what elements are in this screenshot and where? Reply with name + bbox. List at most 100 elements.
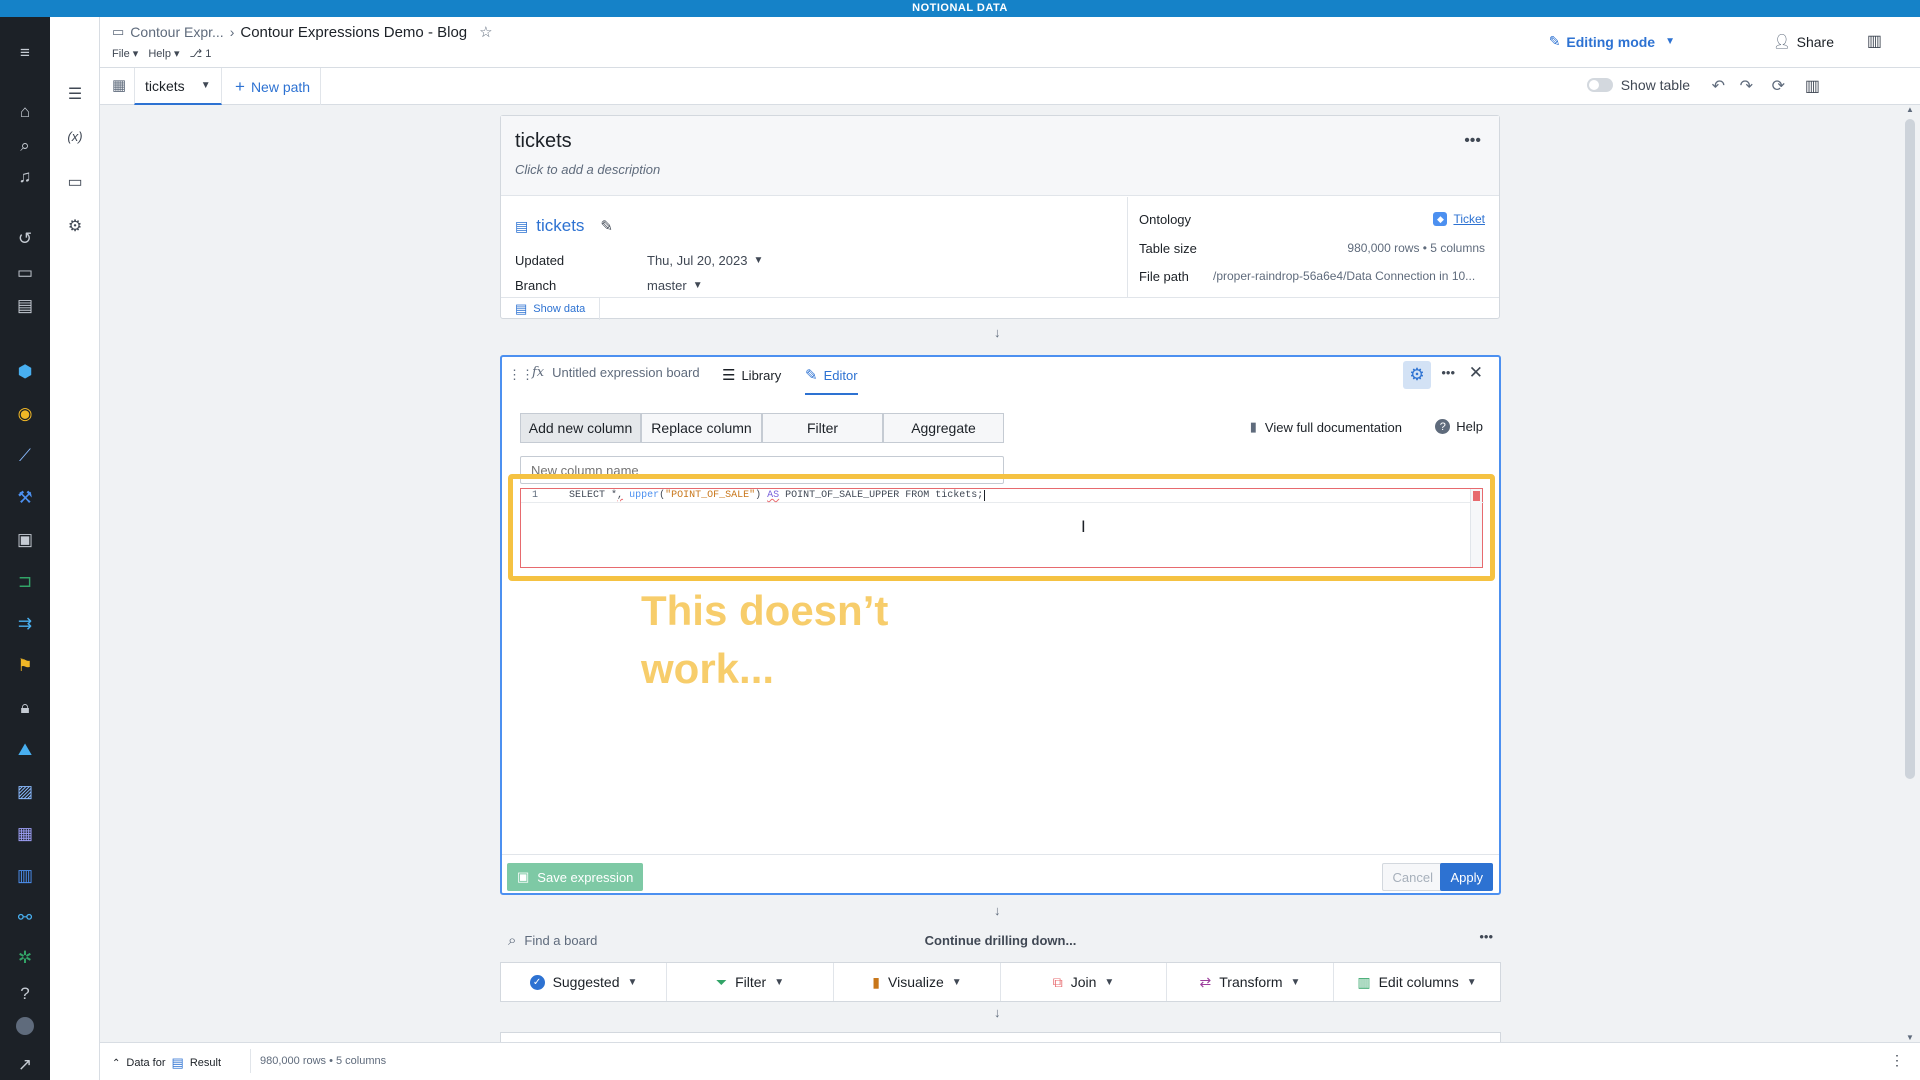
filter-mode-button[interactable]: Filter [762, 413, 883, 443]
board-title[interactable]: tickets [515, 130, 572, 153]
suggested-button[interactable]: ✓ Suggested ▼ [501, 963, 667, 1001]
list-icon[interactable]: ☰ [63, 82, 87, 106]
file-menu[interactable]: File ▾ [112, 47, 138, 60]
pencil-icon[interactable]: ✎ [600, 217, 613, 235]
edit-columns-button[interactable]: ▥ Edit columns ▼ [1334, 963, 1500, 1001]
code-line[interactable]: SELECT *, upper("POINT_OF_SALE") AS POIN… [569, 490, 986, 501]
scroll-down-icon[interactable]: ▼ [1906, 1033, 1914, 1042]
join-button[interactable]: ⧉ Join ▼ [1001, 963, 1167, 1001]
board-description[interactable]: Click to add a description [515, 162, 660, 177]
drag-handle-icon[interactable]: ⋮⋮ [508, 367, 534, 383]
network-app-icon[interactable]: ✲ [13, 946, 37, 970]
tab-library[interactable]: ☰ Library [722, 357, 781, 393]
branch-count[interactable]: ⎇ 1 [190, 47, 212, 60]
function-icon: fx [532, 365, 545, 380]
menu-expand-icon[interactable]: ≡ [13, 41, 37, 65]
help-menu[interactable]: Help ▾ [148, 47, 179, 60]
kebab-menu-icon[interactable]: ⋮ [1890, 1052, 1904, 1069]
chart-app-icon[interactable]: ⟋ [13, 444, 37, 468]
search-icon[interactable]: ⌕ [13, 134, 37, 158]
show-data-button[interactable]: ▤ Show data [501, 298, 601, 320]
transform-button[interactable]: ⇄ Transform ▼ [1167, 963, 1334, 1001]
code-app-icon[interactable]: ▣ [13, 528, 37, 552]
updated-dropdown[interactable]: Thu, Jul 20, 2023 ▼ [647, 253, 763, 268]
editor-scrollbar[interactable] [1470, 489, 1482, 567]
analytics-app-icon[interactable]: ▥ [13, 864, 37, 888]
aggregate-mode-button[interactable]: Aggregate [883, 413, 1004, 443]
page-title[interactable]: Contour Expressions Demo - Blog [240, 24, 467, 41]
file-path-value[interactable]: /proper-raindrop-56a6e4/Data Connection … [1213, 269, 1489, 283]
data-panel-toggle[interactable]: ⌃ Data for ▤ Result [112, 1055, 221, 1071]
flow-arrow-icon: ↓ [994, 903, 1001, 918]
more-options-icon[interactable]: ••• [1441, 365, 1455, 380]
branch-dropdown[interactable]: master ▼ [647, 278, 703, 293]
home-icon[interactable]: ⌂ [13, 100, 37, 124]
tab-editor[interactable]: ✎ Editor [805, 357, 858, 395]
breadcrumb-parent[interactable]: Contour Expr... [130, 24, 223, 40]
settings-gear-icon[interactable]: ⚙ [63, 214, 87, 238]
view-documentation-link[interactable]: ▮ View full documentation [1250, 419, 1402, 435]
contour-sidebar: ☰ (x) ▭ ⚙ [50, 17, 100, 1080]
history-icon[interactable]: ↺ [13, 227, 37, 251]
apply-button[interactable]: Apply [1440, 863, 1493, 891]
lock-app-icon[interactable]: 🔒︎ [13, 696, 37, 720]
sql-code-editor[interactable]: 1 SELECT *, upper("POINT_OF_SALE") AS PO… [520, 488, 1484, 568]
hammer-app-icon[interactable]: ⚒ [13, 486, 37, 510]
chevron-down-icon: ▼ [1466, 976, 1477, 988]
dataset-app-icon[interactable]: ◉ [13, 402, 37, 426]
sidepanel-icon[interactable]: ▥ [1805, 76, 1820, 96]
refresh-icon[interactable]: ⟳ [1772, 76, 1785, 96]
table-view-icon[interactable]: ▦ [112, 76, 126, 94]
show-table-toggle[interactable]: Show table [1586, 77, 1690, 93]
settings-gear-icon[interactable]: ⚙ [1403, 361, 1431, 389]
filter-board-button[interactable]: ⏷ Filter ▼ [667, 963, 834, 1001]
visualize-button[interactable]: ▮ Visualize ▼ [834, 963, 1001, 1001]
redo-icon[interactable]: ↷ [1740, 76, 1753, 96]
scroll-thumb[interactable] [1905, 119, 1915, 779]
save-expression-button[interactable]: ▣ Save expression [507, 863, 644, 891]
ontology-link[interactable]: ◆ Ticket [1433, 212, 1485, 226]
scroll-up-icon[interactable]: ▲ [1906, 105, 1914, 114]
graph-app-icon[interactable]: ⚯ [13, 906, 37, 930]
folder-icon[interactable]: ▭ [13, 261, 37, 285]
close-icon[interactable]: ✕ [1469, 363, 1483, 383]
presentation-icon[interactable]: ▭ [63, 170, 87, 194]
flag-app-icon[interactable]: ⚑ [13, 654, 37, 678]
app-launcher-bar: ≡ ⌂ ⌕ ♫ ↺ ▭ ▤ ⬢ ◉ ⟋ ⚒ ▣ ⊐ ⇉ ⚑ 🔒︎ ⛰︎ ▨ ▦ … [0, 17, 50, 1080]
board-name[interactable]: fx Untitled expression board [532, 365, 700, 380]
map-app-icon[interactable]: ⛰︎ [13, 738, 37, 762]
next-board-picker: ⌕ Find a board Continue drilling down...… [500, 925, 1501, 1015]
more-options-icon[interactable]: ••• [1479, 929, 1493, 944]
image-app-icon[interactable]: ▨ [13, 780, 37, 804]
parameters-icon[interactable]: (x) [63, 124, 87, 148]
replace-column-button[interactable]: Replace column [641, 413, 762, 443]
path-tab-tickets[interactable]: tickets ▼ [134, 68, 222, 105]
dataset-link[interactable]: ▤ tickets ✎ [515, 216, 613, 236]
add-new-column-button[interactable]: Add new column [520, 413, 641, 443]
join-icon: ⧉ [1052, 973, 1063, 990]
panel-toggle-icon[interactable]: ▥ [1867, 31, 1882, 51]
workflow-app-icon[interactable]: ⇉ [13, 612, 37, 636]
undo-icon[interactable]: ↶ [1712, 76, 1725, 96]
share-button[interactable]: 👤︎ Share [1773, 33, 1834, 50]
workspace-icon[interactable]: ▤ [13, 294, 37, 318]
notifications-icon[interactable]: ♫ [13, 165, 37, 189]
collapse-arrow-icon[interactable]: ↗ [13, 1053, 37, 1077]
more-options-icon[interactable]: ••• [1464, 132, 1481, 150]
ontology-app-icon[interactable]: ⬢ [13, 360, 37, 384]
cancel-button[interactable]: Cancel [1381, 863, 1444, 891]
flow-arrow-icon: ↓ [994, 325, 1001, 340]
new-path-button[interactable]: + New path [225, 68, 322, 105]
help-icon[interactable]: ? [13, 982, 37, 1006]
pipeline-app-icon[interactable]: ⊐ [13, 570, 37, 594]
table-app-icon[interactable]: ▦ [13, 822, 37, 846]
annotation-text: This doesn’t work... [641, 587, 889, 692]
help-button[interactable]: ? Help [1435, 419, 1483, 434]
text-cursor-icon: Ⅰ [1081, 519, 1086, 536]
avatar[interactable] [16, 1017, 34, 1035]
book-icon: ▮ [1249, 419, 1257, 434]
filter-icon: ⏷ [715, 973, 728, 990]
editing-mode-dropdown[interactable]: ✎ Editing mode ▼ [1549, 33, 1675, 50]
page-scrollbar[interactable]: ▲ ▼ [1900, 105, 1920, 1042]
favorite-star-icon[interactable]: ☆ [479, 23, 492, 41]
